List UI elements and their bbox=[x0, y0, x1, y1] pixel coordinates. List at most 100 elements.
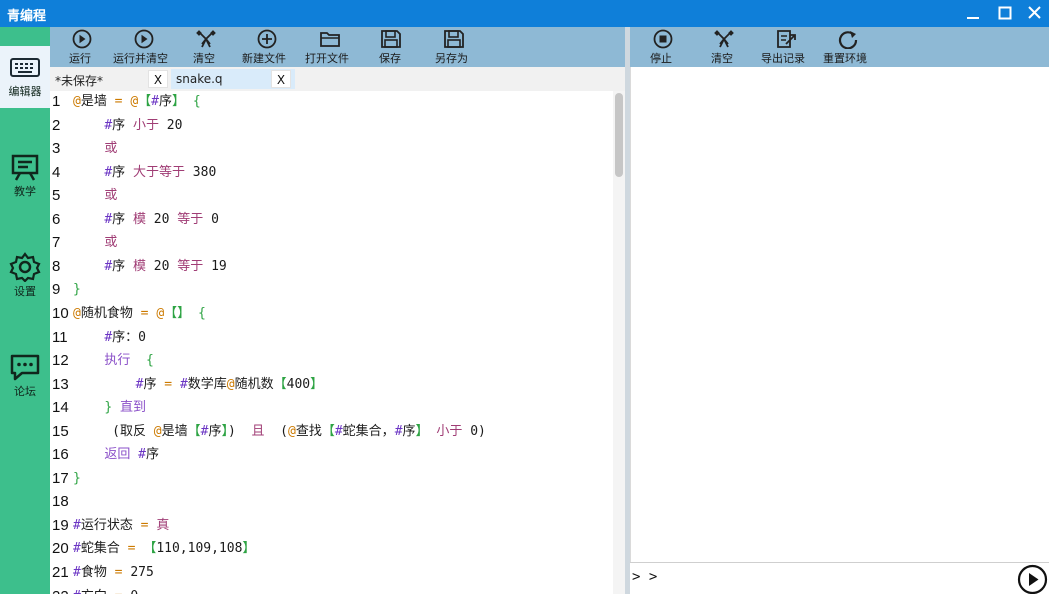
console-input-bar[interactable]: > > bbox=[630, 562, 1049, 594]
editor-scrollbar[interactable] bbox=[613, 91, 625, 594]
code-token: { bbox=[130, 353, 154, 369]
code-text: #蛇集合 = 【110,109,108】 bbox=[73, 537, 255, 560]
window-title: 青编程 bbox=[7, 9, 47, 24]
code-token: 查找 bbox=[295, 423, 322, 439]
maximize-button[interactable] bbox=[988, 0, 1022, 27]
tab-unsaved[interactable]: *未保存* X bbox=[50, 69, 170, 89]
line-number: 18 bbox=[52, 493, 69, 511]
code-token: = bbox=[114, 94, 131, 109]
line-number: 3 bbox=[52, 140, 61, 158]
nav-item-forum[interactable]: 论坛 bbox=[0, 346, 50, 408]
code-token: 运行状态 bbox=[80, 517, 141, 533]
console-run-button[interactable] bbox=[1017, 564, 1048, 594]
console-prompt: > > bbox=[632, 569, 658, 585]
save-icon bbox=[381, 30, 401, 48]
keyboard-icon bbox=[10, 58, 40, 77]
clear-output-button[interactable]: 清空 bbox=[709, 27, 739, 67]
reset-env-button[interactable]: 重置环境 bbox=[822, 27, 874, 67]
reset-env-label: 重置环境 bbox=[823, 52, 867, 65]
editor-scroll-thumb[interactable] bbox=[615, 93, 623, 177]
tab-label: snake.q bbox=[176, 72, 223, 86]
nav-item-settings[interactable]: 设置 bbox=[0, 246, 50, 308]
left-nav: 编辑器 教学 设置 论坛 bbox=[0, 27, 50, 594]
clear-output-label: 清空 bbox=[711, 52, 733, 65]
code-token: # bbox=[104, 164, 113, 180]
tab-snake[interactable]: snake.q X bbox=[171, 69, 295, 89]
code-token: = bbox=[115, 589, 131, 594]
close-button[interactable] bbox=[1018, 0, 1049, 27]
run-and-clear-button[interactable]: 运行并清空 bbox=[112, 27, 176, 67]
code-token: 或 bbox=[104, 235, 118, 251]
code-token: 序 bbox=[402, 423, 416, 439]
code-token: } bbox=[104, 400, 120, 416]
line-number: 2 bbox=[52, 116, 61, 134]
code-token: 蛇集合， bbox=[342, 423, 395, 439]
code-text: #方向 = 0 bbox=[73, 585, 138, 594]
save-as-button[interactable]: 另存为 bbox=[433, 27, 475, 67]
app-window: 青编程 编辑器 教学 设置 论坛 运行 运行并清空 清空 新建文件 打开文件 保… bbox=[0, 0, 1049, 594]
save-button[interactable]: 保存 bbox=[376, 27, 406, 67]
clear-label: 清空 bbox=[193, 52, 215, 65]
code-token: 【 bbox=[187, 423, 201, 439]
code-token: 380 bbox=[192, 164, 217, 180]
clear-editor-button[interactable]: 清空 bbox=[190, 27, 222, 67]
code-token: 】 bbox=[242, 541, 256, 557]
code-token: 数学库 bbox=[187, 376, 227, 392]
run-and-clear-label: 运行并清空 bbox=[113, 52, 168, 65]
export-log-button[interactable]: 导出记录 bbox=[760, 27, 812, 67]
code-token: } bbox=[73, 282, 81, 298]
line-number: 5 bbox=[52, 187, 61, 205]
code-token: = bbox=[127, 541, 144, 557]
code-text: #序 小于 20 bbox=[73, 114, 182, 137]
run-button[interactable]: 运行 bbox=[66, 27, 98, 67]
code-token: 小于 bbox=[428, 423, 471, 439]
open-file-button[interactable]: 打开文件 bbox=[304, 27, 356, 67]
code-token: # bbox=[73, 565, 81, 580]
line-number: 11 bbox=[52, 328, 68, 346]
plus-circle-icon bbox=[257, 29, 277, 49]
code-token: 序 bbox=[145, 447, 159, 463]
minimize-icon bbox=[967, 17, 979, 19]
code-token: 400 bbox=[286, 376, 311, 392]
tab-close-button[interactable]: X bbox=[271, 70, 291, 88]
new-file-button[interactable]: 新建文件 bbox=[241, 27, 293, 67]
code-token: @ bbox=[73, 305, 81, 321]
code-editor[interactable]: 22#方向 = 021#食物 = 27520#蛇集合 = 【110,109,10… bbox=[50, 91, 625, 594]
code-token: @ bbox=[287, 423, 296, 439]
folder-icon bbox=[320, 32, 340, 47]
code-token: 【 bbox=[321, 423, 335, 439]
new-file-label: 新建文件 bbox=[242, 52, 286, 65]
code-text: } bbox=[73, 278, 81, 301]
code-text: #序：0 bbox=[73, 326, 146, 349]
code-token: @ bbox=[153, 423, 162, 439]
stop-label: 停止 bbox=[650, 52, 672, 65]
code-token: 序 bbox=[112, 164, 133, 180]
code-text: (取反 @是墙【#序】) 且 (@查找【#蛇集合，#序】 小于 0) bbox=[73, 420, 486, 443]
code-token: 【 bbox=[143, 541, 157, 557]
code-text: #食物 = 275 bbox=[73, 561, 154, 584]
stop-button[interactable]: 停止 bbox=[648, 27, 678, 67]
code-token: 20 bbox=[153, 211, 178, 227]
code-token: { bbox=[190, 305, 206, 321]
code-token: = bbox=[114, 565, 131, 580]
minimize-button[interactable] bbox=[956, 0, 990, 27]
save-label: 保存 bbox=[379, 52, 401, 65]
tab-close-button[interactable]: X bbox=[148, 70, 168, 88]
eraser-icon bbox=[196, 30, 216, 48]
nav-item-editor[interactable]: 编辑器 bbox=[0, 46, 50, 108]
line-number: 16 bbox=[52, 446, 69, 464]
line-number: 1 bbox=[52, 93, 61, 110]
reset-icon bbox=[838, 31, 858, 49]
code-token: 】 bbox=[310, 376, 324, 392]
code-token: 返回 bbox=[104, 447, 139, 463]
code-text: 执行 { bbox=[73, 349, 154, 372]
code-token: # bbox=[73, 541, 81, 557]
line-number: 6 bbox=[52, 210, 61, 228]
code-token: # bbox=[73, 589, 81, 594]
nav-item-teaching[interactable]: 教学 bbox=[0, 146, 50, 208]
editor-tab-bar: *未保存* X snake.q X bbox=[50, 67, 625, 91]
code-token: # bbox=[151, 94, 159, 109]
code-token: # bbox=[138, 447, 146, 463]
